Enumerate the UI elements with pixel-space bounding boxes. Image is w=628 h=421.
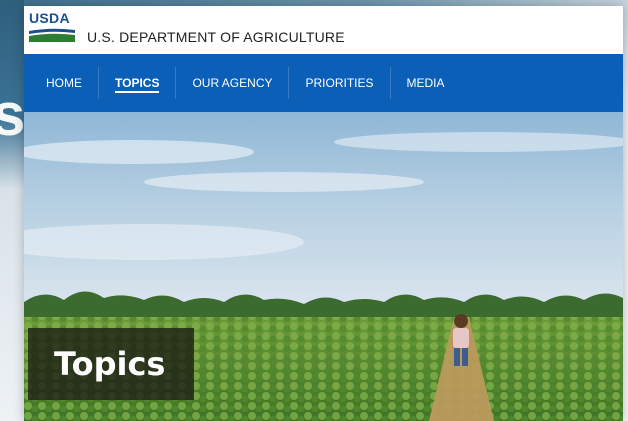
browser-page: USDA U.S. DEPARTMENT OF AGRICULTURE HOME… (24, 6, 623, 421)
nav-priorities[interactable]: PRIORITIES (289, 67, 391, 99)
usda-logo-bars (29, 28, 75, 42)
nav-home[interactable]: HOME (30, 67, 99, 99)
hero-title-box: Topics (28, 328, 194, 400)
background-panel (0, 0, 24, 421)
department-name[interactable]: U.S. DEPARTMENT OF AGRICULTURE (87, 29, 345, 45)
background-letter: s (0, 81, 26, 148)
nav-our-agency[interactable]: OUR AGENCY (176, 67, 290, 99)
site-header: USDA U.S. DEPARTMENT OF AGRICULTURE (24, 6, 623, 54)
hero-banner: Topics (24, 112, 623, 421)
page-title: Topics (54, 345, 166, 383)
nav-topics[interactable]: TOPICS (99, 67, 177, 99)
usda-logo-text: USDA (29, 10, 70, 26)
usda-logo-icon[interactable]: USDA (29, 11, 75, 49)
main-navigation: HOME TOPICS OUR AGENCY PRIORITIES MEDIA (24, 54, 623, 112)
nav-media[interactable]: MEDIA (391, 67, 461, 99)
